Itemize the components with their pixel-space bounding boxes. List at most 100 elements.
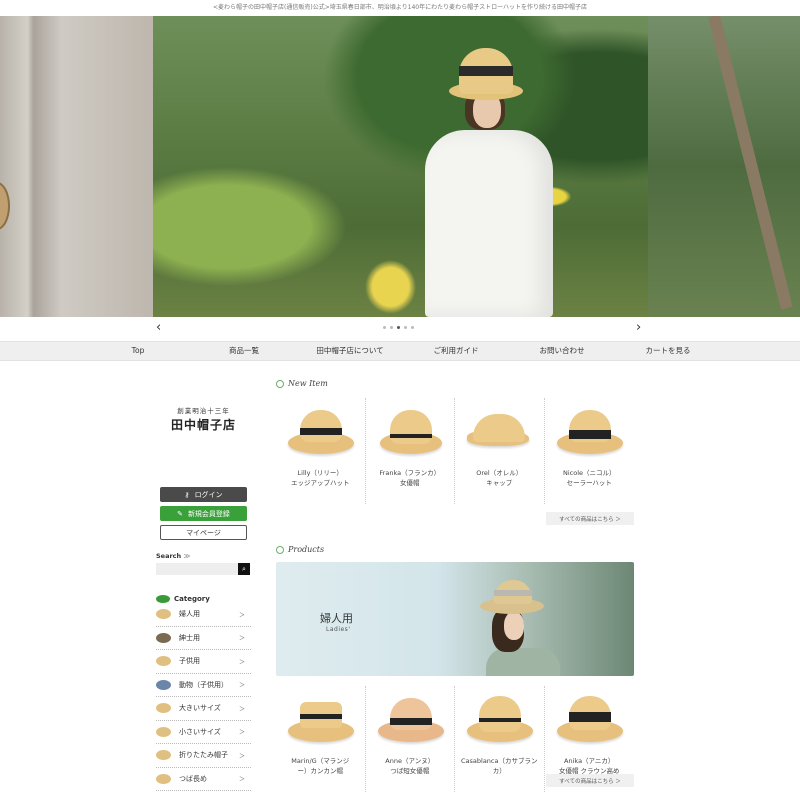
banner-title: 婦人用 [320, 612, 353, 625]
animal-hat-icon [156, 679, 171, 690]
straw-hat-image [378, 410, 444, 458]
straw-hat-image [467, 696, 533, 746]
category-label: 紳士用 [179, 633, 200, 642]
slider-dot[interactable] [383, 326, 386, 329]
product-card[interactable]: Orel（オレル） キャップ [455, 398, 545, 504]
banner-subtitle: Ladies' [326, 626, 351, 633]
chevron-right-icon: ＞ [238, 682, 245, 690]
green-hat-icon [156, 595, 170, 603]
large-hat-icon [156, 703, 171, 714]
straw-hat-icon [156, 609, 171, 620]
category-item-wide-brim[interactable]: つば長め ＞ [156, 768, 251, 791]
straw-hat-image [556, 696, 623, 746]
category-label: 大きいサイズ [179, 704, 221, 713]
product-name: Casablanca（カサブラン カ） [461, 757, 538, 775]
slider-next-icon[interactable]: › [636, 320, 641, 335]
mypage-label: マイページ [186, 528, 221, 537]
product-card[interactable]: Nicole（ニコル） セーラーハット [545, 398, 635, 504]
category-item-animal[interactable]: 動物（子供用） ＞ [156, 674, 251, 697]
new-item-heading: New Item [276, 379, 634, 388]
slider-controls: ‹ › [0, 317, 800, 341]
nav-about[interactable]: 田中帽子店について [297, 342, 403, 360]
straw-hat-image [377, 698, 444, 746]
mens-hat-icon [156, 632, 171, 643]
slider-dot[interactable] [411, 326, 414, 329]
category-label: 子供用 [179, 657, 200, 666]
product-card[interactable]: Marin/G（マランジ ー）カンカン帽 [276, 686, 366, 792]
chevron-right-icon: ＞ [238, 658, 245, 666]
slider-dots [383, 326, 414, 329]
view-all-new-button[interactable]: すべての商品はこちら ＞ [546, 512, 634, 525]
hero-next-slide [648, 16, 800, 317]
nav-top[interactable]: Top [85, 342, 191, 360]
register-label: 新規会員登録 [187, 509, 230, 518]
nav-contact[interactable]: お問い合わせ [509, 342, 615, 360]
top-notice: <麦わら帽子の田中帽子店(通信販売)公式>埼玉県春日部市、明治頃より140年にわ… [213, 4, 587, 11]
product-name: Orel（オレル） キャップ [476, 469, 523, 487]
product-card[interactable]: Anika（アニカ） 女優帽 クラウン高め [545, 686, 635, 792]
search-label: Search [156, 552, 182, 560]
logo-tagline: 創業明治十三年 [177, 407, 230, 415]
product-name: Anika（アニカ） 女優帽 クラウン高め [558, 757, 620, 775]
product-name: Lilly（リリー） エッジアップハット [291, 469, 350, 487]
straw-hat-image [288, 410, 354, 458]
category-item-kids[interactable]: 子供用 ＞ [156, 650, 251, 674]
search-input[interactable] [156, 563, 238, 575]
wide-brim-hat-icon [156, 773, 171, 784]
product-card[interactable]: Anne（アンヌ） つば短女優帽 [366, 686, 455, 792]
model-with-straw-hat [425, 46, 555, 317]
category-item-large[interactable]: 大きいサイズ ＞ [156, 697, 251, 721]
category-item-foldable[interactable]: 折りたたみ帽子 ＞ [156, 744, 251, 768]
category-item-mens[interactable]: 紳士用 ＞ [156, 627, 251, 650]
register-button[interactable]: ✎ 新規会員登録 [160, 506, 247, 521]
products-title: Products [288, 545, 325, 554]
hero-image [153, 16, 648, 317]
slider-dot[interactable] [390, 326, 393, 329]
straw-hat-image [556, 410, 623, 458]
chevron-right-icon: ＞ [238, 752, 245, 760]
hero-slider[interactable] [0, 16, 800, 317]
category-item-womens[interactable]: 婦人用 ＞ [156, 603, 251, 627]
product-name: Franka（フランカ） 女優帽 [379, 469, 441, 487]
login-label: ログイン [194, 490, 223, 499]
slider-dot-active[interactable] [397, 326, 400, 329]
key-icon: ⚷ [184, 490, 190, 499]
search-icon[interactable]: ⌕ [238, 563, 250, 575]
main-content: New Item Lilly（リリー） エッジアップハット Franka（フランカ… [276, 361, 634, 792]
products-list: Marin/G（マランジ ー）カンカン帽 Anne（アンヌ） つば短女優帽 Casa… [276, 686, 634, 792]
mypage-button[interactable]: マイページ [160, 525, 247, 540]
small-hat-icon [156, 726, 171, 737]
category-item-small[interactable]: 小さいサイズ ＞ [156, 721, 251, 744]
product-name: Nicole（ニコル） セーラーハット [562, 469, 616, 487]
section-circle-icon [276, 545, 284, 554]
nav-products[interactable]: 商品一覧 [191, 342, 297, 360]
slider-prev-icon[interactable]: ‹ [156, 320, 161, 335]
search-arrow: ≫ [183, 552, 191, 560]
logo-text: 田中帽子店 [170, 418, 236, 432]
products-heading: Products [276, 545, 634, 554]
new-item-list: Lilly（リリー） エッジアップハット Franka（フランカ） 女優帽 Orel… [276, 398, 634, 504]
store-logo[interactable]: 創業明治十三年 田中帽子店 [156, 379, 251, 487]
slider-dot[interactable] [404, 326, 407, 329]
product-card[interactable]: Franka（フランカ） 女優帽 [366, 398, 455, 504]
nav-cart[interactable]: カートを見る [615, 342, 721, 360]
category-label: 婦人用 [179, 610, 200, 619]
chevron-right-icon: ＞ [238, 611, 245, 619]
product-card[interactable]: Casablanca（カサブラン カ） [455, 686, 545, 792]
search-heading: Search ≫ [156, 552, 251, 560]
category-label: 小さいサイズ [179, 727, 221, 736]
login-button[interactable]: ⚷ ログイン [160, 487, 247, 502]
product-card[interactable]: Lilly（リリー） エッジアップハット [276, 398, 366, 504]
ladies-banner[interactable]: 婦人用 Ladies' [276, 562, 634, 676]
product-name: Marin/G（マランジ ー）カンカン帽 [291, 757, 350, 775]
chevron-right-icon: ＞ [238, 729, 245, 737]
search-form: ⌕ [156, 563, 251, 575]
straw-cap-image [467, 410, 533, 458]
product-name: Anne（アンヌ） つば短女優帽 [385, 757, 435, 775]
chevron-right-icon: ＞ [238, 635, 245, 643]
category-label: 動物（子供用） [179, 680, 228, 689]
category-title: Category [174, 595, 210, 603]
nav-guide[interactable]: ご利用ガイド [403, 342, 509, 360]
chevron-right-icon: ＞ [238, 705, 245, 713]
kids-hat-icon [156, 656, 171, 667]
